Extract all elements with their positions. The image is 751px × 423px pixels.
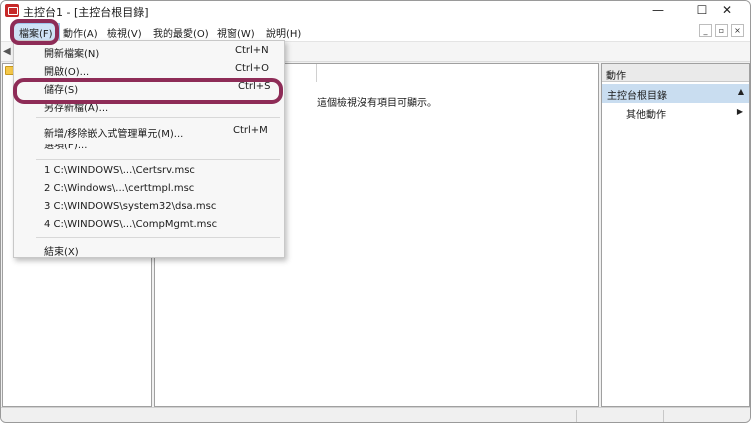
shortcut-add-remove-snapin: Ctrl+M	[233, 125, 268, 136]
highlight-ring-file-menu	[10, 19, 59, 45]
highlight-ring-add-remove-snapin	[13, 78, 283, 104]
shortcut-new: Ctrl+N	[235, 45, 269, 56]
recent-file-2[interactable]: 2 C:\Windows\...\certtmpl.msc	[44, 183, 194, 194]
back-arrow-icon[interactable]: ◀	[3, 46, 11, 57]
menu-item-exit[interactable]: 結束(X)	[44, 243, 79, 258]
menu-favorites[interactable]: 我的最愛(O)	[153, 25, 209, 40]
mdi-minimize-button[interactable]: _	[699, 24, 712, 37]
mdi-restore-button[interactable]: ▫	[715, 24, 728, 37]
actions-section-label: 主控台根目錄	[607, 91, 667, 102]
file-menu-dropdown: 開新檔案(N) Ctrl+N 開啟(O)... Ctrl+O 儲存(S) Ctr…	[13, 40, 285, 258]
actions-pane: 動作 主控台根目錄 ▲ 其他動作 ▶	[601, 63, 750, 407]
menu-action[interactable]: 動作(A)	[63, 25, 98, 40]
more-actions-item[interactable]: 其他動作	[626, 106, 666, 121]
menu-item-options[interactable]: 選項(P)...	[44, 144, 87, 152]
menu-separator	[36, 117, 280, 118]
menu-item-open[interactable]: 開啟(O)...	[44, 63, 89, 78]
menu-view[interactable]: 檢視(V)	[107, 25, 142, 40]
status-divider	[576, 410, 577, 422]
menu-window[interactable]: 視窗(W)	[217, 25, 255, 40]
menu-item-add-remove-snapin[interactable]: 新增/移除嵌入式管理單元(M)...	[44, 125, 183, 140]
submenu-arrow-icon: ▶	[736, 107, 743, 116]
mmc-window: 主控台1 - [主控台根目錄] — ☐ ✕ 檔案(F) 動作(A) 檢視(V) …	[0, 0, 751, 423]
recent-file-1[interactable]: 1 C:\WINDOWS\...\Certsrv.msc	[44, 165, 195, 176]
window-title: 主控台1 - [主控台根目錄]	[23, 6, 149, 19]
empty-view-message: 這個檢視沒有項目可顯示。	[317, 98, 437, 109]
status-divider	[663, 410, 664, 422]
menu-help[interactable]: 說明(H)	[266, 25, 301, 40]
collapse-caret-icon[interactable]: ▲	[738, 87, 744, 96]
shortcut-open: Ctrl+O	[235, 63, 270, 74]
mdi-close-button[interactable]: ×	[731, 24, 744, 37]
actions-header: 動作	[602, 64, 749, 82]
title-bar: 主控台1 - [主控台根目錄] — ☐ ✕	[1, 1, 750, 21]
status-bar	[1, 407, 750, 422]
column-divider[interactable]	[316, 64, 317, 82]
menu-separator	[36, 237, 280, 238]
minimize-button[interactable]: —	[635, 1, 681, 21]
actions-section-console-root[interactable]: 主控台根目錄 ▲	[602, 84, 749, 103]
menu-separator	[36, 159, 280, 160]
recent-file-3[interactable]: 3 C:\WINDOWS\system32\dsa.msc	[44, 201, 216, 212]
menu-bar: 檔案(F) 動作(A) 檢視(V) 我的最愛(O) 視窗(W) 說明(H) _ …	[1, 21, 750, 42]
mmc-app-icon[interactable]	[5, 4, 19, 17]
recent-file-4[interactable]: 4 C:\WINDOWS\...\CompMgmt.msc	[44, 219, 217, 230]
menu-item-new[interactable]: 開新檔案(N)	[44, 45, 99, 60]
close-button[interactable]: ✕	[704, 1, 750, 21]
